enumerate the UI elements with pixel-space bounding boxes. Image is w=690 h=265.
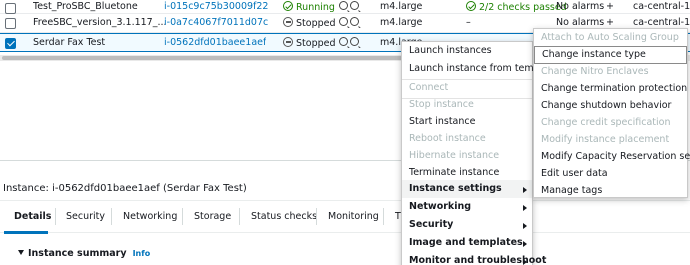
menu-monitor-and-troubleshoot[interactable]: Monitor and troubleshoot [402,252,546,265]
submenu-change-termination-protection[interactable]: Change termination protection [534,80,687,98]
submenu-arrow-icon [523,205,527,211]
row-checkbox[interactable] [5,38,16,49]
instance-id-link[interactable]: i-015c9c75b30009f22 [164,1,268,12]
submenu-change-nitro-enclaves: Change Nitro Enclaves [541,66,649,77]
tab-monitoring[interactable]: Monitoring [328,211,379,222]
zoom-out-icon[interactable] [350,17,359,26]
instance-context-menu: Launch instances Launch instance from te… [401,41,558,265]
menu-stop-instance: Stop instance [409,99,474,110]
zoom-out-icon[interactable] [350,1,359,10]
zoom-in-icon[interactable] [339,1,348,10]
alarm-status: No alarms [556,1,605,12]
submenu-change-credit-specification: Change credit specification [541,117,671,128]
add-alarm-button[interactable]: + [606,1,614,12]
zoom-in-icon[interactable] [339,17,348,26]
instance-panel-title: Instance: i-0562dfd01baee1aef (Serdar Fa… [3,183,247,194]
menu-connect: Connect [409,82,449,93]
check-icon [466,1,476,11]
tab-storage[interactable]: Storage [194,211,231,222]
menu-launch-instances[interactable]: Launch instances [402,42,532,60]
running-icon [283,1,293,11]
menu-security[interactable]: Security [402,216,532,234]
instance-type: m4.large [380,17,423,28]
menu-hibernate-instance: Hibernate instance [409,150,500,161]
tab-security[interactable]: Security [66,211,105,222]
menu-networking[interactable]: Networking [402,198,532,216]
stopped-icon [283,37,293,47]
status-check: – [466,17,471,28]
alarm-status: No alarms [556,17,605,28]
zoom-actions[interactable] [339,1,361,12]
info-link[interactable]: Info [133,249,151,258]
submenu-arrow-icon [523,259,527,265]
menu-reboot-instance: Reboot instance [409,133,486,144]
submenu-attach-asg: Attach to Auto Scaling Group [541,32,679,43]
instance-state: Stopped [283,37,336,49]
menu-start-instance[interactable]: Start instance [402,113,532,131]
instance-name: Test_ProSBC_Bluetone [33,1,138,12]
submenu-edit-user-data[interactable]: Edit user data [534,165,687,183]
instance-id-link[interactable]: i-0562dfd01baee1aef [164,37,266,48]
add-alarm-button[interactable]: + [606,17,614,28]
submenu-arrow-icon [523,241,527,247]
tab-divider [383,208,384,225]
availability-zone: ca-central-1a [633,1,690,12]
menu-launch-from-template[interactable]: Launch instance from template [402,60,558,78]
menu-instance-settings[interactable]: Instance settings [402,180,532,198]
tab-divider [239,208,240,225]
tab-truncated[interactable]: T [395,211,401,222]
active-tab-indicator [4,231,48,234]
instance-id-link[interactable]: i-0a7c4067f7011d07c [164,17,268,28]
tab-divider [55,208,56,225]
instance-name: Serdar Fax Test [33,37,106,48]
zoom-actions[interactable] [339,37,361,48]
tab-divider [182,208,183,225]
submenu-modify-capacity-reservation[interactable]: Modify Capacity Reservation settings [534,148,690,166]
submenu-modify-instance-placement: Modify instance placement [541,134,670,145]
instance-state: Stopped [283,17,336,29]
caret-down-icon [18,250,24,255]
instance-summary-header[interactable]: Instance summary Info [18,248,150,259]
availability-zone: ca-central-1a [633,17,690,28]
submenu-arrow-icon [523,223,527,229]
zoom-actions[interactable] [339,17,361,28]
tab-divider [316,208,317,225]
tab-details[interactable]: Details [14,211,51,222]
table-row[interactable]: Test_ProSBC_Bluetone i-015c9c75b30009f22… [0,0,690,14]
status-check: 2/2 checks passed [466,1,567,13]
zoom-in-icon[interactable] [339,37,348,46]
submenu-manage-tags[interactable]: Manage tags [534,182,687,200]
stopped-icon [283,17,293,27]
instance-name: FreeSBC_version_3.1.117_... [33,17,167,28]
submenu-change-instance-type[interactable]: Change instance type [534,46,687,64]
tab-divider [111,208,112,225]
tab-networking[interactable]: Networking [123,211,177,222]
row-checkbox[interactable] [5,18,16,29]
instance-type: m4.large [380,1,423,12]
zoom-out-icon[interactable] [350,37,359,46]
tab-status-checks[interactable]: Status checks [251,211,317,222]
submenu-change-shutdown-behavior[interactable]: Change shutdown behavior [534,97,687,115]
instance-tabs: Details Security Networking Storage Stat… [0,200,690,234]
row-checkbox[interactable] [5,3,16,14]
instance-state: Running [283,1,335,13]
instance-settings-submenu: Attach to Auto Scaling Group Change inst… [533,28,690,200]
submenu-arrow-icon [523,187,527,193]
menu-image-and-templates[interactable]: Image and templates [402,234,532,252]
